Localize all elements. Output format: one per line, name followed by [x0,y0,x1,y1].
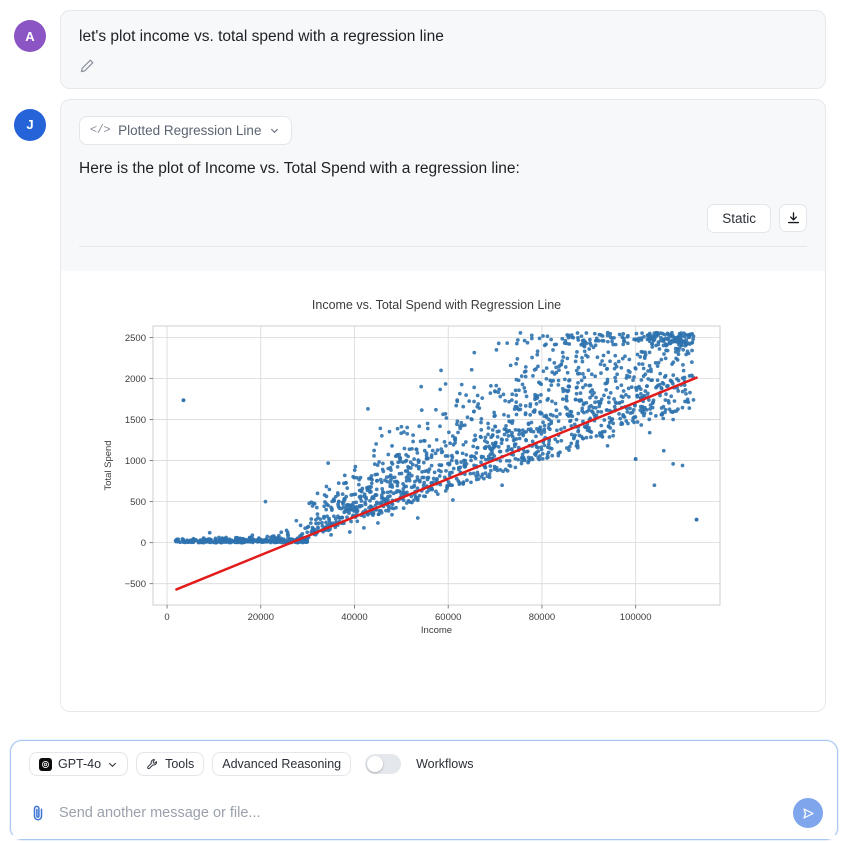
svg-text:80000: 80000 [529,612,555,623]
advanced-reasoning-button[interactable]: Advanced Reasoning [212,752,352,776]
svg-text:40000: 40000 [341,612,367,623]
artifact-toolbar: Static [79,203,807,247]
svg-text:Income: Income [421,625,452,636]
chart-card: Income vs. Total Spend with Regression L… [61,270,825,711]
tools-button[interactable]: Tools [136,752,205,776]
tools-button-label: Tools [165,757,195,771]
chevron-down-icon [271,128,279,134]
send-icon [802,807,814,819]
svg-text:100000: 100000 [620,612,652,623]
svg-text:20000: 20000 [248,612,274,623]
paperclip-icon[interactable] [29,804,47,822]
message-row-user: A let's plot income vs. total spend with… [0,0,848,89]
model-selector[interactable]: GPT-4o [29,752,129,776]
svg-text:1000: 1000 [125,456,146,467]
svg-text:Income vs. Total Spend with Re: Income vs. Total Spend with Regression L… [312,298,561,312]
advanced-reasoning-label: Advanced Reasoning [222,757,342,771]
openai-icon [39,757,52,771]
composer-options-row: GPT-4o Tools Advanced Reasoning Workflow… [11,741,837,776]
model-selector-label: GPT-4o [58,757,102,771]
message-bubble-assistant: </> Plotted Regression Line Here is the … [60,98,826,712]
svg-text:500: 500 [130,497,146,508]
message-input[interactable] [59,805,781,821]
pencil-icon[interactable] [79,58,95,74]
download-icon [787,212,799,224]
svg-text:2500: 2500 [125,333,146,344]
wrench-icon [147,758,158,769]
svg-text:1500: 1500 [125,415,146,426]
user-message-text: let's plot income vs. total spend with a… [79,28,444,45]
svg-text:Total Spend: Total Spend [103,440,114,490]
svg-text:−500: −500 [125,579,146,590]
avatar-user: A [14,20,46,52]
chat-scroll-area[interactable]: A let's plot income vs. total spend with… [0,0,848,740]
assistant-message-text: Here is the plot of Income vs. Total Spe… [79,159,520,177]
code-artifact-chip[interactable]: </> Plotted Regression Line [79,115,293,145]
static-button[interactable]: Static [707,203,771,233]
send-button[interactable] [793,798,823,828]
workflows-label: Workflows [416,757,474,771]
svg-text:0: 0 [141,538,146,549]
message-bubble-user: let's plot income vs. total spend with a… [60,10,826,89]
composer-input-row [11,798,837,828]
message-row-assistant: J </> Plotted Regression Line Here is th… [0,89,848,712]
download-button[interactable] [779,204,807,233]
svg-text:0: 0 [164,612,169,623]
avatar-assistant: J [14,108,46,141]
svg-text:60000: 60000 [435,612,461,623]
message-composer: GPT-4o Tools Advanced Reasoning Workflow… [10,740,838,840]
svg-text:2000: 2000 [125,374,146,385]
workflows-toggle-knob [367,756,384,772]
code-artifact-chip-label: Plotted Regression Line [118,122,262,138]
workflows-toggle[interactable] [365,754,402,774]
chevron-down-icon [108,762,117,767]
scatter-chart: Income vs. Total Spend with Regression L… [61,270,794,711]
code-icon: </> [90,123,111,138]
composer-footer-strip [11,835,837,839]
